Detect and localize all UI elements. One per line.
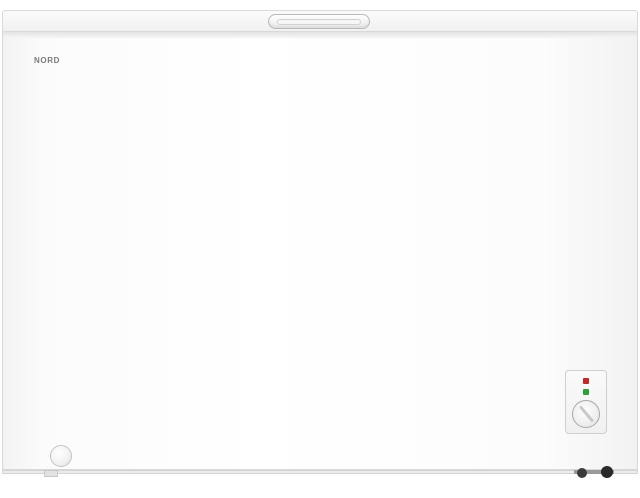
brand-logo: NORD bbox=[34, 56, 60, 65]
foot-left bbox=[44, 470, 58, 477]
freezer-body bbox=[2, 38, 638, 470]
chest-freezer-photo: NORD bbox=[0, 0, 640, 498]
thermostat-dial-icon bbox=[572, 400, 600, 428]
freezer-base bbox=[2, 470, 638, 474]
power-indicator-red bbox=[583, 378, 589, 384]
wheel-icon bbox=[601, 466, 613, 478]
dial-grip bbox=[578, 405, 595, 423]
power-indicator-green bbox=[583, 389, 589, 395]
lid-handle bbox=[268, 14, 370, 29]
wheel-icon bbox=[577, 468, 587, 478]
drain-plug-icon bbox=[50, 445, 72, 467]
